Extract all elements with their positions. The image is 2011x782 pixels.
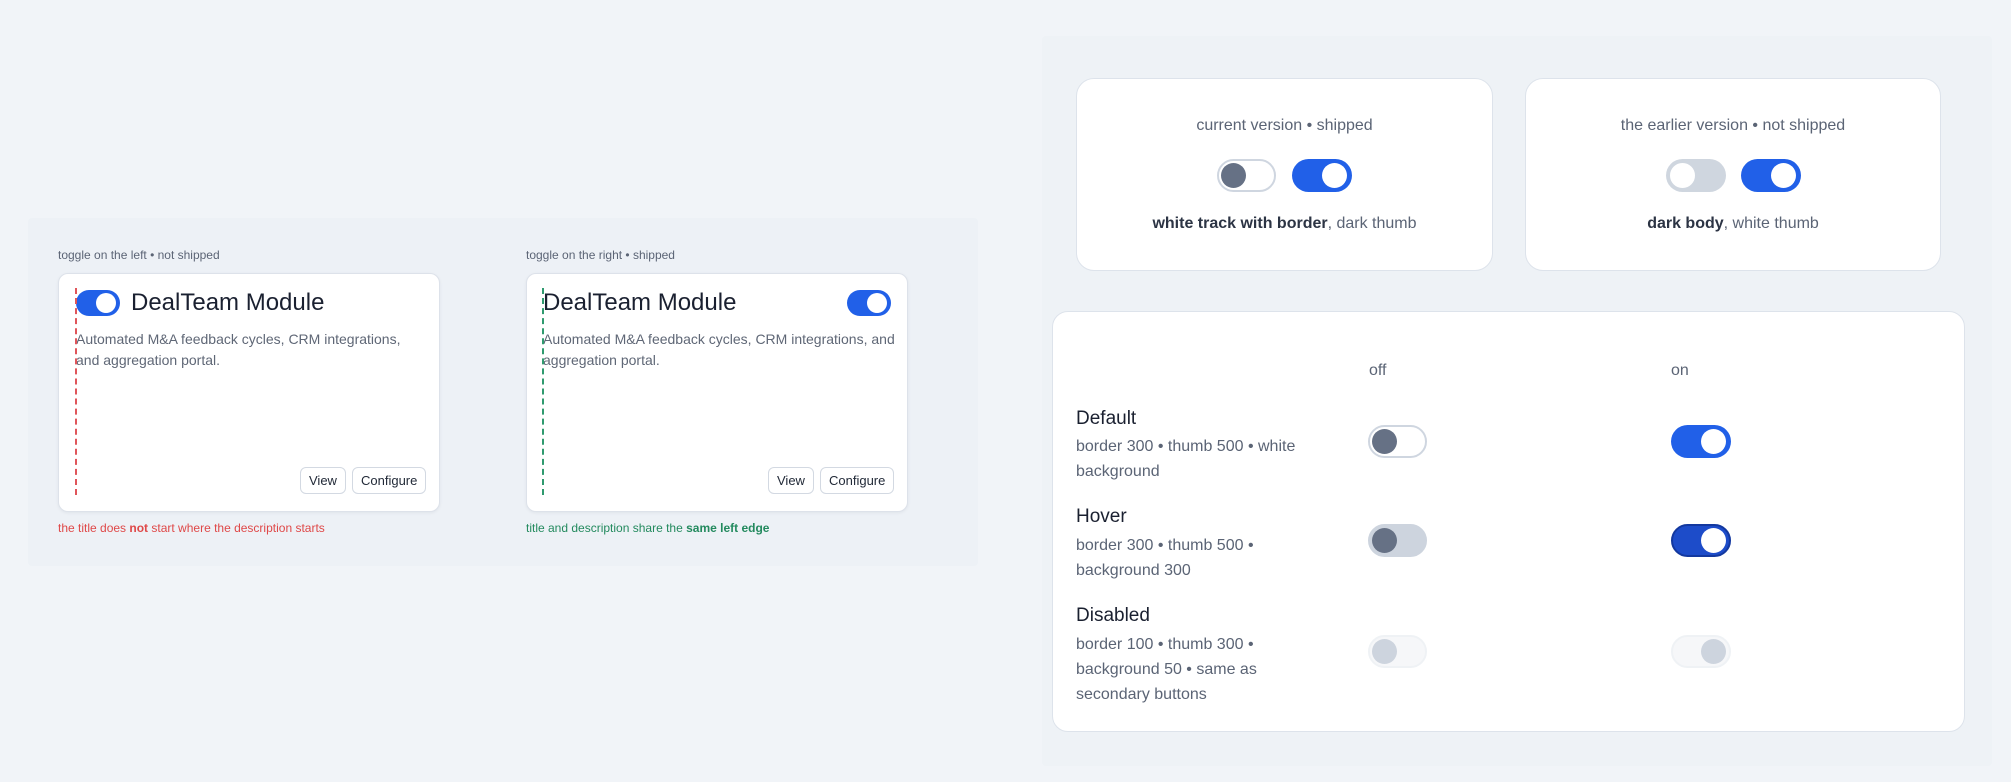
version-description: white track with border, dark thumb bbox=[1152, 215, 1417, 232]
toggle-on-sample[interactable] bbox=[1741, 159, 1801, 192]
card-title: DealTeam Module bbox=[131, 289, 325, 316]
state-name-default: Default bbox=[1076, 408, 1137, 429]
toggle-thumb bbox=[1771, 163, 1796, 188]
misalignment-guide-line bbox=[75, 288, 77, 495]
version-description: dark body, white thumb bbox=[1647, 215, 1819, 232]
version-card-earlier: the earlier version • not shipped dark b… bbox=[1525, 78, 1941, 271]
state-desc-hover: border 300 • thumb 500 • background 300 bbox=[1076, 537, 1254, 579]
alignment-note: title and description share the same lef… bbox=[526, 521, 770, 535]
toggle-default-on[interactable] bbox=[1671, 425, 1731, 458]
alignment-guide-line bbox=[542, 288, 544, 495]
toggle-disabled-on bbox=[1671, 635, 1731, 668]
version-caption: current version • shipped bbox=[1196, 117, 1373, 134]
toggle-hover-on[interactable] bbox=[1671, 524, 1731, 557]
toggle-default-off[interactable] bbox=[1368, 425, 1427, 458]
variant-caption-right: toggle on the right • shipped bbox=[526, 248, 675, 262]
configure-button[interactable]: Configure bbox=[820, 467, 895, 494]
state-desc-default: border 300 • thumb 500 • white backgroun… bbox=[1076, 438, 1296, 480]
toggle-thumb bbox=[867, 293, 887, 313]
version-caption: the earlier version • not shipped bbox=[1620, 117, 1846, 134]
toggle-off-sample[interactable] bbox=[1666, 159, 1726, 192]
toggle-thumb bbox=[1701, 429, 1726, 454]
card-title: DealTeam Module bbox=[543, 289, 737, 316]
state-name-disabled: Disabled bbox=[1076, 605, 1150, 626]
module-card-toggle-right: DealTeam Module Automated M&A feedback c… bbox=[526, 273, 908, 512]
toggle-thumb bbox=[1668, 161, 1697, 190]
version-card-current: current version • shipped white track wi… bbox=[1076, 78, 1493, 271]
toggle-on-sample[interactable] bbox=[1292, 159, 1352, 192]
state-desc-disabled: border 100 • thumb 300 • background 50 •… bbox=[1076, 636, 1257, 703]
toggle-off-sample[interactable] bbox=[1217, 159, 1276, 192]
column-header-off: off bbox=[1369, 362, 1387, 379]
card-description: Automated M&A feedback cycles, CRM integ… bbox=[543, 331, 895, 368]
toggle-thumb bbox=[1701, 528, 1726, 553]
toggle-thumb bbox=[1372, 528, 1397, 553]
view-button[interactable]: View bbox=[300, 467, 346, 494]
variant-caption-left: toggle on the left • not shipped bbox=[58, 248, 220, 262]
toggle-states-matrix: off on Default border 300 • thumb 500 • … bbox=[1052, 311, 1965, 732]
toggle-thumb bbox=[96, 293, 116, 313]
state-name-hover: Hover bbox=[1076, 506, 1127, 527]
toggle-hover-off[interactable] bbox=[1368, 524, 1427, 557]
module-enable-toggle[interactable] bbox=[847, 290, 891, 316]
toggle-disabled-off bbox=[1368, 635, 1427, 668]
toggle-thumb bbox=[1322, 163, 1347, 188]
configure-button[interactable]: Configure bbox=[352, 467, 427, 494]
column-header-on: on bbox=[1671, 362, 1689, 379]
toggle-thumb bbox=[1701, 639, 1726, 664]
module-enable-toggle[interactable] bbox=[76, 290, 120, 316]
toggle-thumb bbox=[1221, 163, 1246, 188]
toggle-thumb bbox=[1372, 429, 1397, 454]
misalignment-note: the title does not start where the descr… bbox=[58, 521, 325, 535]
view-button[interactable]: View bbox=[768, 467, 814, 494]
module-card-toggle-left: DealTeam Module Automated M&A feedback c… bbox=[58, 273, 440, 512]
card-description: Automated M&A feedback cycles, CRM integ… bbox=[76, 331, 401, 368]
toggle-thumb bbox=[1372, 639, 1397, 664]
